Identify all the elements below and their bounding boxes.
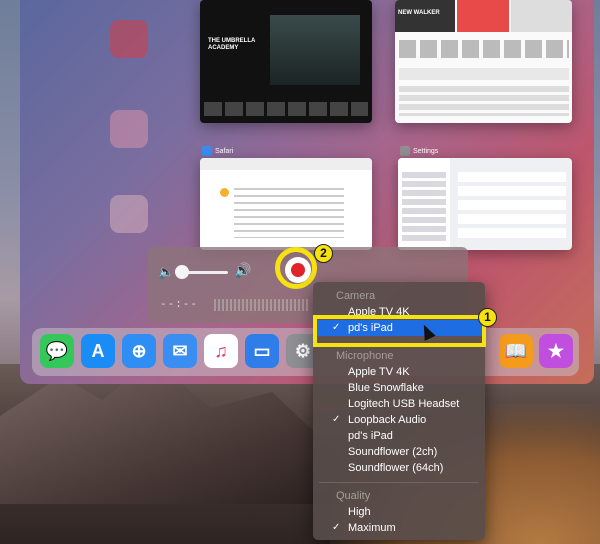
menu-item-quality-high[interactable]: High — [313, 504, 485, 520]
settings-card-label: Settings — [400, 146, 438, 156]
checkmark-icon: ✓ — [332, 522, 341, 533]
menu-separator — [319, 482, 479, 483]
poster-image — [270, 15, 360, 85]
ghost-app-icon — [110, 110, 148, 148]
menu-item-label: Blue Snowflake — [348, 382, 424, 394]
menu-item-label: Apple TV 4K — [348, 366, 410, 378]
desktop-wallpaper — [0, 360, 600, 544]
safari-toolbar — [200, 158, 372, 170]
web-text-lines — [234, 188, 344, 238]
menu-item-mic-logitech[interactable]: Logitech USB Headset — [313, 396, 485, 412]
volume-slider-knob[interactable] — [174, 265, 189, 279]
menu-item-label: Soundflower (2ch) — [348, 446, 438, 458]
menu-item-mic-blue-snowflake[interactable]: Blue Snowflake — [313, 380, 485, 396]
poster-title: THE UMBRELLA ACADEMY — [208, 38, 256, 51]
menu-item-label: Soundflower (64ch) — [348, 462, 444, 474]
mail-icon[interactable]: ✉ — [163, 334, 197, 368]
netflix-app-card[interactable]: THE UMBRELLA ACADEMY — [200, 0, 372, 123]
files-icon[interactable]: ▭ — [245, 334, 279, 368]
ipad-mirror-screen: THE UMBRELLA ACADEMY NEW WALKER Safari S… — [20, 0, 594, 384]
safari-icon[interactable]: ⊕ — [122, 334, 156, 368]
menu-item-quality-maximum[interactable]: ✓ Maximum — [313, 520, 485, 536]
menu-item-mic-soundflower-64ch[interactable]: Soundflower (64ch) — [313, 460, 485, 476]
safari-card-label: Safari — [202, 146, 233, 156]
menu-item-mic-pds-ipad[interactable]: pd's iPad — [313, 428, 485, 444]
checkmark-icon: ✓ — [332, 414, 341, 425]
menu-item-label: pd's iPad — [348, 430, 393, 442]
menu-item-label: Maximum — [348, 522, 396, 534]
settings-detail-rows — [458, 172, 566, 242]
safari-app-card[interactable] — [200, 158, 372, 250]
menu-header-microphone: Microphone — [336, 350, 394, 362]
ipad-dock: 💬 A ⊕ ✉ ♫ ▭ ⚙ 📖 ★ — [32, 328, 579, 376]
list-row — [399, 68, 569, 80]
audio-level-meter — [214, 299, 309, 311]
menu-item-label: Logitech USB Headset — [348, 398, 460, 410]
web-avatar — [220, 188, 229, 197]
ghost-app-icon — [110, 195, 148, 233]
volume-high-icon: 🔊 — [234, 262, 252, 278]
annotation-badge-1: 1 — [478, 308, 497, 327]
menu-item-mic-apple-tv[interactable]: Apple TV 4K — [313, 364, 485, 380]
ghost-app-icon — [110, 20, 148, 58]
selection-highlight-box — [313, 315, 486, 347]
menu-header-camera: Camera — [336, 290, 376, 302]
record-highlight-ring — [275, 247, 317, 289]
settings-app-card[interactable] — [398, 158, 572, 250]
safari-card-title: Safari — [215, 147, 234, 155]
messages-icon[interactable]: 💬 — [40, 334, 74, 368]
menu-item-mic-loopback[interactable]: ✓ Loopback Audio — [313, 412, 485, 428]
menu-item-mic-soundflower-2ch[interactable]: Soundflower (2ch) — [313, 444, 485, 460]
settings-card-title: Settings — [413, 147, 439, 155]
menu-item-label: Loopback Audio — [348, 414, 427, 426]
poster-row — [204, 102, 368, 116]
books-icon[interactable]: 📖 — [499, 334, 533, 368]
list-rows — [399, 86, 569, 116]
music-icon[interactable]: ♫ — [204, 334, 238, 368]
app-store-icon[interactable]: A — [81, 334, 115, 368]
volume-low-icon: 🔈 — [158, 264, 175, 279]
music-banner-red — [457, 0, 509, 32]
safari-icon — [202, 146, 212, 156]
music-app-card[interactable]: NEW WALKER — [395, 0, 572, 123]
music-banner-photo — [511, 0, 572, 32]
itunes-store-icon[interactable]: ★ — [539, 334, 573, 368]
recording-time: --:-- — [160, 299, 199, 311]
menu-item-label: High — [348, 506, 371, 518]
settings-icon — [400, 146, 410, 156]
settings-sidebar-rows — [402, 172, 446, 242]
music-banner: NEW WALKER — [395, 0, 455, 32]
annotation-badge-2: 2 — [314, 244, 333, 263]
menu-header-quality: Quality — [336, 490, 371, 502]
album-row — [399, 40, 569, 58]
